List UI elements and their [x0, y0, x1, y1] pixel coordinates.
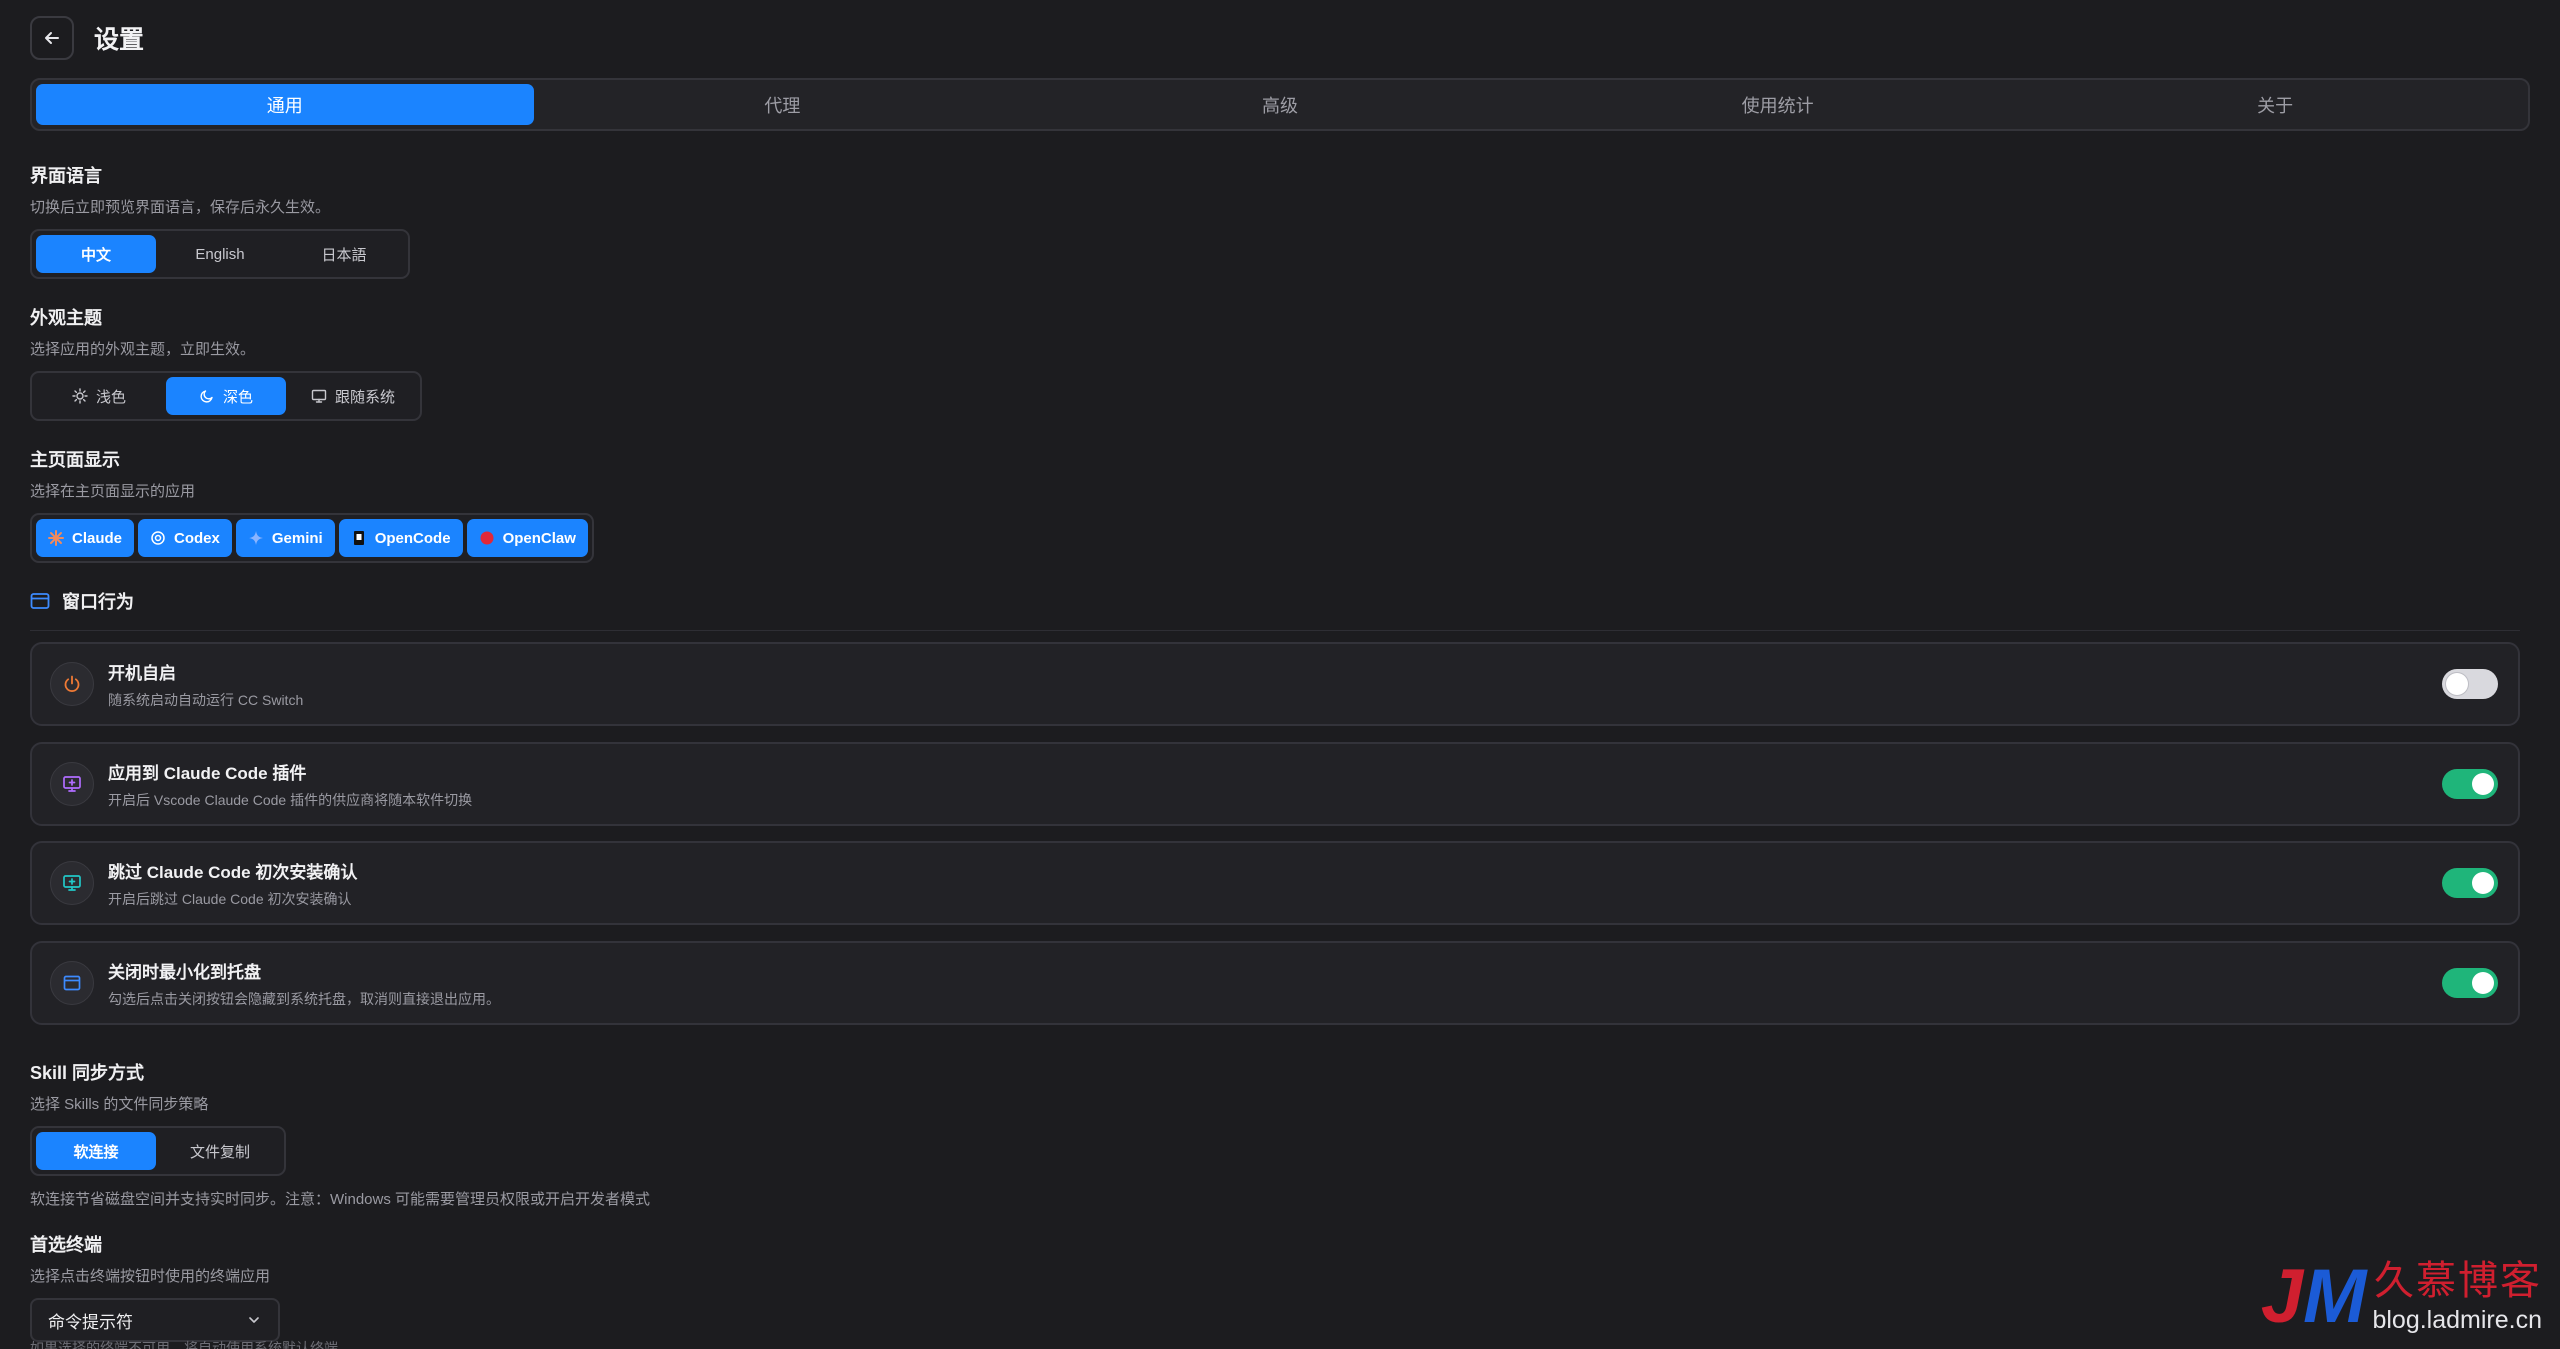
card-desc: 随系统启动自动运行 CC Switch: [108, 691, 304, 708]
language-section: 界面语言 切换后立即预览界面语言，保存后永久生效。 中文 English 日本語: [30, 162, 410, 279]
watermark-logo: JM: [2260, 1254, 2367, 1339]
app-label: Gemini: [271, 529, 323, 547]
monitor-icon: [311, 389, 327, 403]
theme-section: 外观主题 选择应用的外观主题，立即生效。 浅色 深色 跟随系统: [30, 304, 422, 421]
language-option-zh[interactable]: 中文: [36, 235, 156, 273]
openclaw-icon: [480, 531, 494, 545]
section-title: Skill 同步方式: [30, 1063, 145, 1083]
setting-card-autostart: 开机自启 随系统启动自动运行 CC Switch: [30, 642, 2520, 726]
language-option-en[interactable]: English: [160, 235, 280, 273]
theme-option-label: 浅色: [95, 388, 126, 406]
opencode-icon: [353, 531, 364, 545]
tab-general[interactable]: 通用: [36, 84, 534, 125]
tab-proxy[interactable]: 代理: [534, 84, 1032, 125]
terminal-section: 首选终端 选择点击终端按钮时使用的终端应用 命令提示符: [30, 1231, 280, 1342]
theme-segmented-control: 浅色 深色 跟随系统: [30, 371, 422, 421]
section-desc: 选择应用的外观主题，立即生效。: [30, 341, 256, 358]
moon-icon: [200, 390, 213, 403]
skill-sync-option-symlink[interactable]: 软连接: [36, 1132, 156, 1170]
power-icon: [50, 662, 94, 706]
monitor-skip-icon: [50, 861, 94, 905]
skill-sync-segmented-control: 软连接 文件复制: [30, 1126, 286, 1176]
app-toggle-codex[interactable]: Codex: [138, 519, 232, 557]
section-title: 界面语言: [30, 166, 102, 186]
app-toggle-claude[interactable]: Claude: [36, 519, 135, 557]
section-desc: 选择 Skills 的文件同步策略: [30, 1096, 209, 1113]
app-label: OpenCode: [374, 529, 451, 547]
theme-option-label: 深色: [222, 388, 253, 406]
terminal-select[interactable]: 命令提示符: [30, 1298, 280, 1342]
skill-sync-option-copy[interactable]: 文件复制: [160, 1132, 280, 1170]
claude-icon: [48, 530, 64, 546]
language-option-ja[interactable]: 日本語: [284, 235, 404, 273]
tab-about[interactable]: 关于: [2026, 84, 2524, 125]
claude-plugin-toggle[interactable]: [2442, 769, 2498, 799]
settings-tabs: 通用 代理 高级 使用统计 关于: [30, 78, 2530, 131]
window-behavior-title: 窗口行为: [62, 592, 134, 612]
settings-page: 设置 通用 代理 高级 使用统计 关于 界面语言 切换后立即预览界面语言，保存后…: [0, 0, 2560, 1349]
theme-option-system[interactable]: 跟随系统: [290, 377, 416, 415]
gemini-icon: [248, 531, 263, 545]
tab-usage-stats[interactable]: 使用统计: [1529, 84, 2027, 125]
card-title: 开机自启: [108, 663, 176, 683]
codex-icon: [151, 531, 165, 545]
skill-sync-note: 软连接节省磁盘空间并支持实时同步。注意：Windows 可能需要管理员权限或开启…: [30, 1191, 651, 1208]
theme-option-label: 跟随系统: [334, 388, 395, 406]
home-apps-selector: Claude Codex Gemini OpenCode OpenClaw: [30, 513, 594, 563]
sun-icon: [72, 388, 88, 404]
watermark-name: 久慕博客: [2374, 1258, 2542, 1304]
section-desc: 选择点击终端按钮时使用的终端应用: [30, 1268, 271, 1285]
skill-sync-section: Skill 同步方式 选择 Skills 的文件同步策略 软连接 文件复制 软连…: [30, 1059, 650, 1209]
terminal-note: 如果选择的终端不可用，将自动使用系统默认终端: [30, 1340, 338, 1349]
autostart-toggle[interactable]: [2442, 669, 2498, 699]
watermark: JM 久慕博客 blog.ladmire.cn: [2261, 1248, 2542, 1335]
terminal-select-value: 命令提示符: [48, 1312, 133, 1332]
home-display-section: 主页面显示 选择在主页面显示的应用 Claude Codex Gemini Op…: [30, 446, 594, 563]
section-title: 主页面显示: [30, 450, 120, 470]
back-button[interactable]: [30, 16, 74, 60]
theme-option-dark[interactable]: 深色: [166, 377, 286, 415]
app-toggle-gemini[interactable]: Gemini: [235, 519, 335, 557]
minimize-to-tray-toggle[interactable]: [2442, 968, 2498, 998]
language-segmented-control: 中文 English 日本語: [30, 229, 410, 279]
window-icon: [30, 593, 50, 609]
card-desc: 开启后 Vscode Claude Code 插件的供应商将随本软件切换: [108, 791, 473, 808]
page-title: 设置: [94, 26, 145, 54]
setting-card-minimize-to-tray: 关闭时最小化到托盘 勾选后点击关闭按钮会隐藏到系统托盘，取消则直接退出应用。: [30, 941, 2520, 1025]
window-icon: [50, 961, 94, 1005]
arrow-left-icon: [45, 32, 59, 44]
setting-card-skip-install-confirm: 跳过 Claude Code 初次安装确认 开启后跳过 Claude Code …: [30, 841, 2520, 925]
section-title: 首选终端: [30, 1235, 102, 1255]
section-title: 外观主题: [30, 308, 102, 328]
theme-option-light[interactable]: 浅色: [36, 377, 162, 415]
section-desc: 切换后立即预览界面语言，保存后永久生效。: [30, 199, 331, 216]
chevron-down-icon: [249, 1317, 259, 1323]
window-behavior-header: 窗口行为: [30, 588, 2520, 631]
card-desc: 开启后跳过 Claude Code 初次安装确认: [108, 890, 352, 907]
card-title: 关闭时最小化到托盘: [108, 962, 261, 982]
tab-advanced[interactable]: 高级: [1031, 84, 1529, 125]
card-desc: 勾选后点击关闭按钮会隐藏到系统托盘，取消则直接退出应用。: [108, 990, 500, 1007]
app-label: Claude: [72, 529, 123, 547]
monitor-plug-icon: [50, 762, 94, 806]
app-toggle-openclaw[interactable]: OpenClaw: [466, 519, 588, 557]
app-label: OpenClaw: [502, 529, 576, 547]
skip-install-confirm-toggle[interactable]: [2442, 868, 2498, 898]
card-title: 跳过 Claude Code 初次安装确认: [108, 862, 358, 882]
watermark-url: blog.ladmire.cn: [2372, 1306, 2542, 1334]
card-title: 应用到 Claude Code 插件: [108, 763, 307, 783]
app-toggle-opencode[interactable]: OpenCode: [338, 519, 463, 557]
setting-card-claude-plugin: 应用到 Claude Code 插件 开启后 Vscode Claude Cod…: [30, 742, 2520, 826]
app-label: Codex: [174, 529, 220, 547]
section-desc: 选择在主页面显示的应用: [30, 483, 196, 500]
header: 设置: [30, 16, 144, 60]
